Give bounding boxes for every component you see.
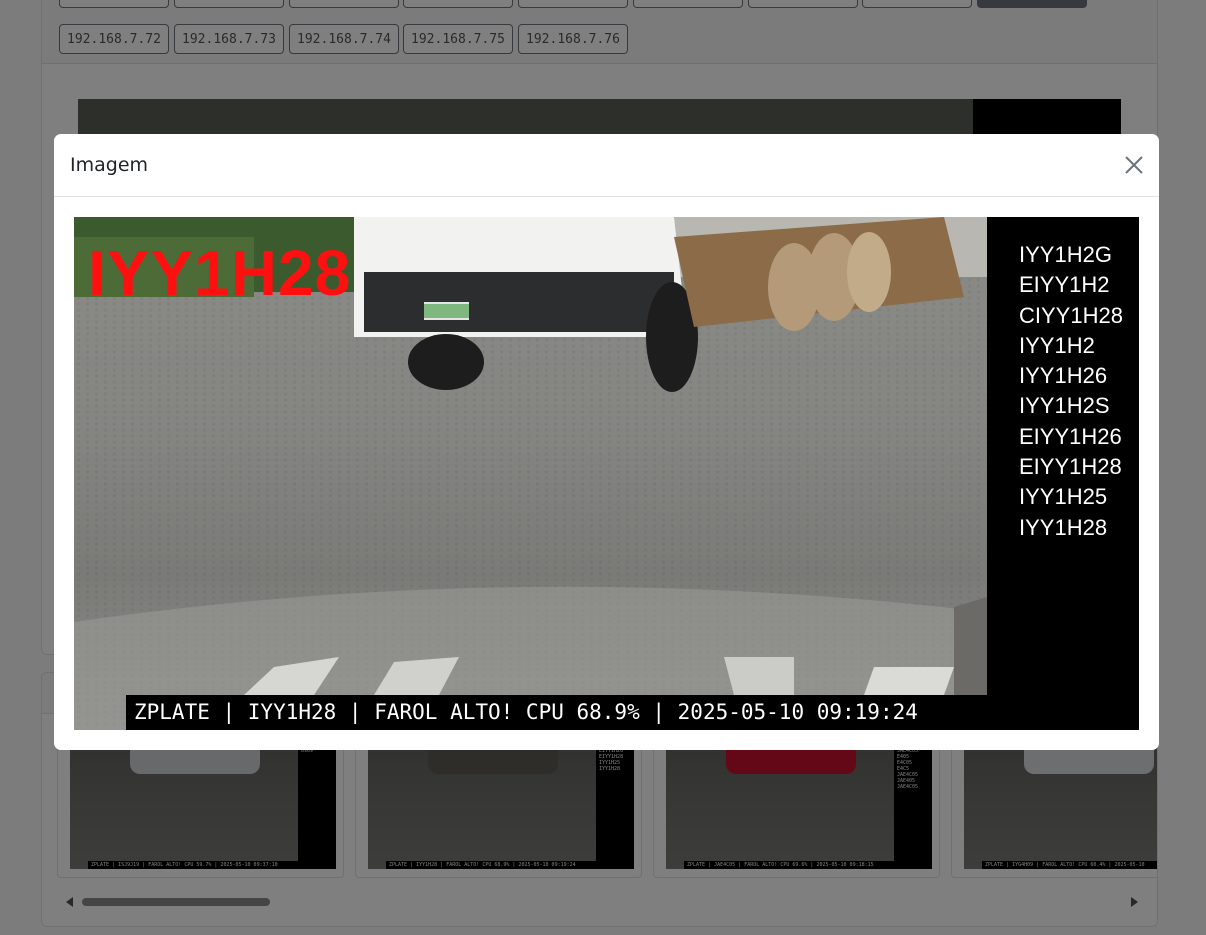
osd-bar: ZPLATE | IYY1H28 | FAROL ALTO! CPU 68.9%…	[126, 695, 987, 730]
plate-overlay-text: IYY1H28	[88, 237, 352, 309]
plate-candidate: IYY1H26	[1019, 363, 1108, 389]
plate-candidate: EIYY1H28	[1019, 454, 1122, 480]
plate-candidate: IYY1H2	[1019, 332, 1095, 358]
plate-candidate: IYY1H2G	[1019, 242, 1112, 267]
image-modal: Imagem IYY1H28 IYY1H2G EIYY1H2 CIYY1H28 …	[54, 134, 1159, 750]
modal-header: Imagem	[54, 134, 1159, 197]
plate-candidates-panel: IYY1H2G EIYY1H2 CIYY1H28 IYY1H2 IYY1H26 IYY1H…	[987, 217, 1139, 730]
plate-candidate: IYY1H2S	[1019, 393, 1110, 419]
plate-candidate: IYY1H28	[1019, 514, 1108, 540]
capture-image: IYY1H28 IYY1H2G EIYY1H2 CIYY1H28 IYY1H2 IYY1…	[74, 217, 1139, 730]
plate-candidate: EIYY1H26	[1019, 423, 1122, 449]
close-icon	[1125, 156, 1143, 174]
osd-text: ZPLATE | IYY1H28 | FAROL ALTO! CPU 68.9%…	[134, 700, 918, 724]
modal-title: Imagem	[70, 154, 149, 176]
close-button[interactable]	[1123, 154, 1145, 176]
plate-candidate: IYY1H25	[1019, 484, 1108, 510]
plate-candidate: CIYY1H28	[1019, 302, 1123, 328]
plate-candidate: EIYY1H2	[1019, 272, 1110, 298]
pavement-scene: IYY1H28	[74, 217, 987, 730]
